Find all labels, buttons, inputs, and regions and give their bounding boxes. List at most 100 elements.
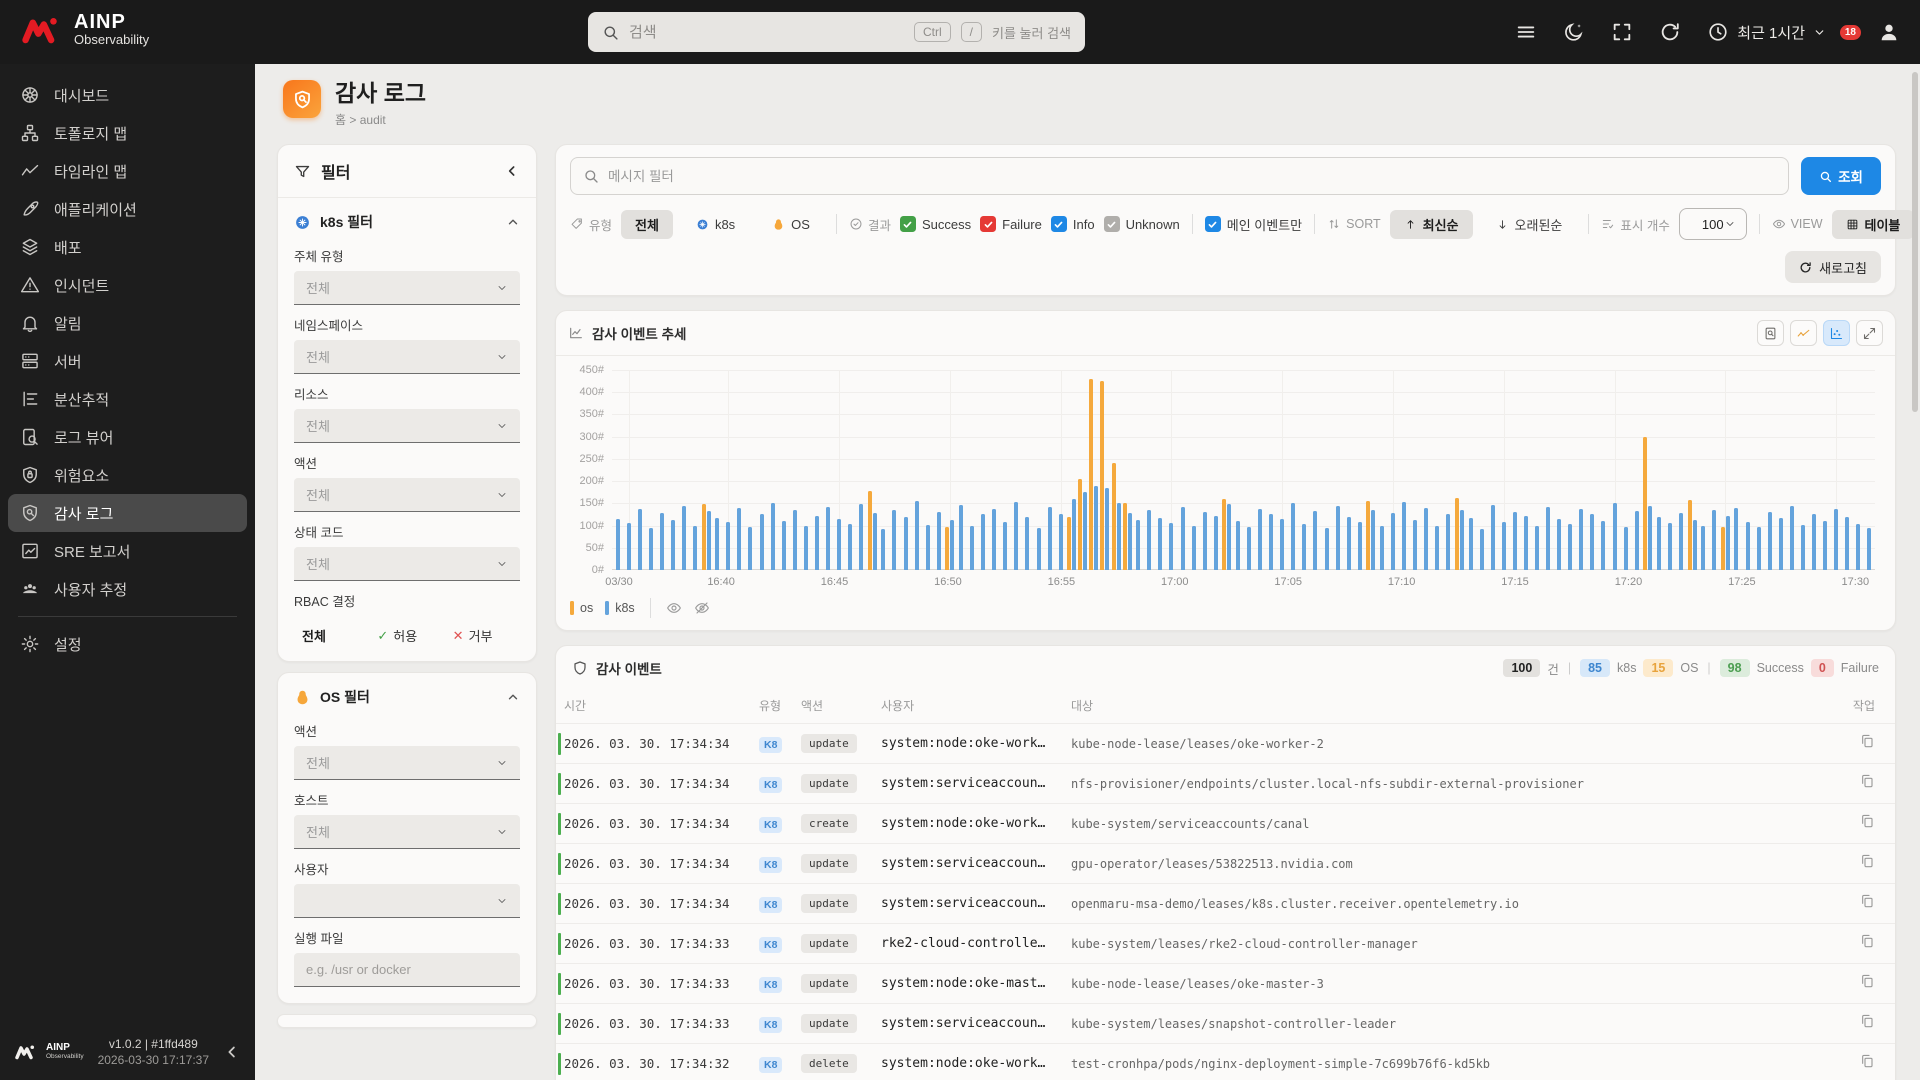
sidebar-item-dashboard[interactable]: 대시보드 [8, 76, 247, 114]
search-button[interactable]: 조회 [1801, 157, 1881, 195]
chart-bucket[interactable] [767, 370, 778, 570]
chart-bucket[interactable] [1609, 370, 1620, 570]
os-select-1[interactable]: 전체 [294, 815, 520, 849]
copy-icon[interactable] [1859, 773, 1875, 789]
table-row[interactable]: 2026. 03. 30. 17:34:33 K8 update system:ser… [556, 1003, 1895, 1044]
copy-icon[interactable] [1859, 813, 1875, 829]
chart-bucket[interactable] [745, 370, 756, 570]
chart-bucket[interactable] [1653, 370, 1664, 570]
chart-bucket[interactable] [1520, 370, 1531, 570]
chart-bucket[interactable] [1764, 370, 1775, 570]
scrollbar-thumb[interactable] [1912, 72, 1918, 412]
chart-tool-report-search-button[interactable] [1757, 320, 1784, 346]
chart-bucket[interactable] [645, 370, 656, 570]
sidebar-collapse-icon[interactable] [223, 1043, 241, 1061]
legend-k8s[interactable]: k8s [605, 601, 635, 615]
eye-off-icon[interactable] [694, 600, 710, 616]
k8s-select-1[interactable]: 전체 [294, 340, 520, 374]
chart-bucket[interactable] [1864, 370, 1875, 570]
result-unknown-checkbox[interactable]: Unknown [1103, 216, 1180, 232]
chart-bucket[interactable] [1088, 370, 1099, 570]
chart-bucket[interactable] [1775, 370, 1786, 570]
chart-bucket[interactable] [1155, 370, 1166, 570]
copy-icon[interactable] [1859, 853, 1875, 869]
chart-bucket[interactable] [712, 370, 723, 570]
chart-bucket[interactable] [690, 370, 701, 570]
result-success-checkbox[interactable]: Success [899, 216, 971, 232]
sidebar-item-application[interactable]: 애플리케이션 [8, 190, 247, 228]
legend-os[interactable]: os [570, 601, 593, 615]
chart-bucket[interactable] [1077, 370, 1088, 570]
chevron-up-icon[interactable] [506, 215, 520, 229]
table-row[interactable]: 2026. 03. 30. 17:34:34 K8 update system:ser… [556, 883, 1895, 924]
chart-bucket[interactable] [1199, 370, 1210, 570]
chart-bucket[interactable] [800, 370, 811, 570]
sidebar-item-settings[interactable]: 설정 [8, 625, 247, 663]
chart-bucket[interactable] [1011, 370, 1022, 570]
sidebar-item-timeline[interactable]: 타임라인 맵 [8, 152, 247, 190]
sidebar-item-users[interactable]: 사용자 추정 [8, 570, 247, 608]
table-row[interactable]: 2026. 03. 30. 17:34:33 K8 update rke2-cloud… [556, 923, 1895, 964]
chart-bucket[interactable] [1820, 370, 1831, 570]
chart-bucket[interactable] [1299, 370, 1310, 570]
chart-bucket[interactable] [634, 370, 645, 570]
chart-bucket[interactable] [623, 370, 634, 570]
os-select-2[interactable] [294, 884, 520, 918]
chart-bucket[interactable] [1476, 370, 1487, 570]
copy-icon[interactable] [1859, 733, 1875, 749]
chart-tool-scatter-button[interactable] [1823, 320, 1850, 346]
chart-bucket[interactable] [756, 370, 767, 570]
chart-bucket[interactable] [1698, 370, 1709, 570]
refresh-button[interactable]: 새로고침 [1785, 251, 1881, 283]
chart-bucket[interactable] [1099, 370, 1110, 570]
chart-bucket[interactable] [1465, 370, 1476, 570]
fullscreen-icon[interactable] [1611, 21, 1633, 43]
rbac-option-allow[interactable]: ✓ 허용 [377, 626, 444, 645]
chart-bucket[interactable] [1354, 370, 1365, 570]
chart-bucket[interactable] [1221, 370, 1232, 570]
chart-bucket[interactable] [878, 370, 889, 570]
chart-bucket[interactable] [1288, 370, 1299, 570]
chart-bucket[interactable] [1565, 370, 1576, 570]
sidebar-item-deploy[interactable]: 배포 [8, 228, 247, 266]
chart-bucket[interactable] [1554, 370, 1565, 570]
chart-bucket[interactable] [1720, 370, 1731, 570]
chart-bucket[interactable] [911, 370, 922, 570]
chart-bucket[interactable] [1399, 370, 1410, 570]
chart-bucket[interactable] [734, 370, 745, 570]
table-row[interactable]: 2026. 03. 30. 17:34:34 K8 update system:ser… [556, 763, 1895, 804]
sidebar-item-tracing[interactable]: 분산추적 [8, 380, 247, 418]
sidebar-item-incident[interactable]: 인시던트 [8, 266, 247, 304]
copy-icon[interactable] [1859, 1013, 1875, 1029]
copy-icon[interactable] [1859, 973, 1875, 989]
k8s-select-4[interactable]: 전체 [294, 547, 520, 581]
chart-bucket[interactable] [1831, 370, 1842, 570]
chart-bucket[interactable] [834, 370, 845, 570]
global-search-input[interactable] [629, 23, 904, 41]
chart-bucket[interactable] [656, 370, 667, 570]
sidebar-item-server[interactable]: 서버 [8, 342, 247, 380]
table-row[interactable]: 2026. 03. 30. 17:34:34 K8 update system:nod… [556, 723, 1895, 764]
display-count-select[interactable]: 100 [1678, 208, 1747, 240]
chart-bucket[interactable] [1443, 370, 1454, 570]
chart-bucket[interactable] [1731, 370, 1742, 570]
chart-bucket[interactable] [822, 370, 833, 570]
chart-bucket[interactable] [1576, 370, 1587, 570]
chart-bucket[interactable] [1177, 370, 1188, 570]
collapsed-panel[interactable] [277, 1014, 537, 1028]
result-failure-checkbox[interactable]: Failure [980, 216, 1042, 232]
chart-bucket[interactable] [989, 370, 1000, 570]
view-table-chip[interactable]: 테이블 [1831, 209, 1915, 239]
chart-bucket[interactable] [678, 370, 689, 570]
chart-bucket[interactable] [1111, 370, 1122, 570]
sidebar-item-alert[interactable]: 알림 [8, 304, 247, 342]
chart-bucket[interactable] [1166, 370, 1177, 570]
sidebar-item-sre-report[interactable]: SRE 보고서 [8, 532, 247, 570]
global-search[interactable]: Ctrl / 키를 눌러 검색 [588, 12, 1085, 52]
table-row[interactable]: 2026. 03. 30. 17:34:34 K8 update system:ser… [556, 843, 1895, 884]
chart-bucket[interactable] [1232, 370, 1243, 570]
chart-bucket[interactable] [789, 370, 800, 570]
chart-bucket[interactable] [1188, 370, 1199, 570]
chart-bucket[interactable] [1642, 370, 1653, 570]
chart-bucket[interactable] [1066, 370, 1077, 570]
